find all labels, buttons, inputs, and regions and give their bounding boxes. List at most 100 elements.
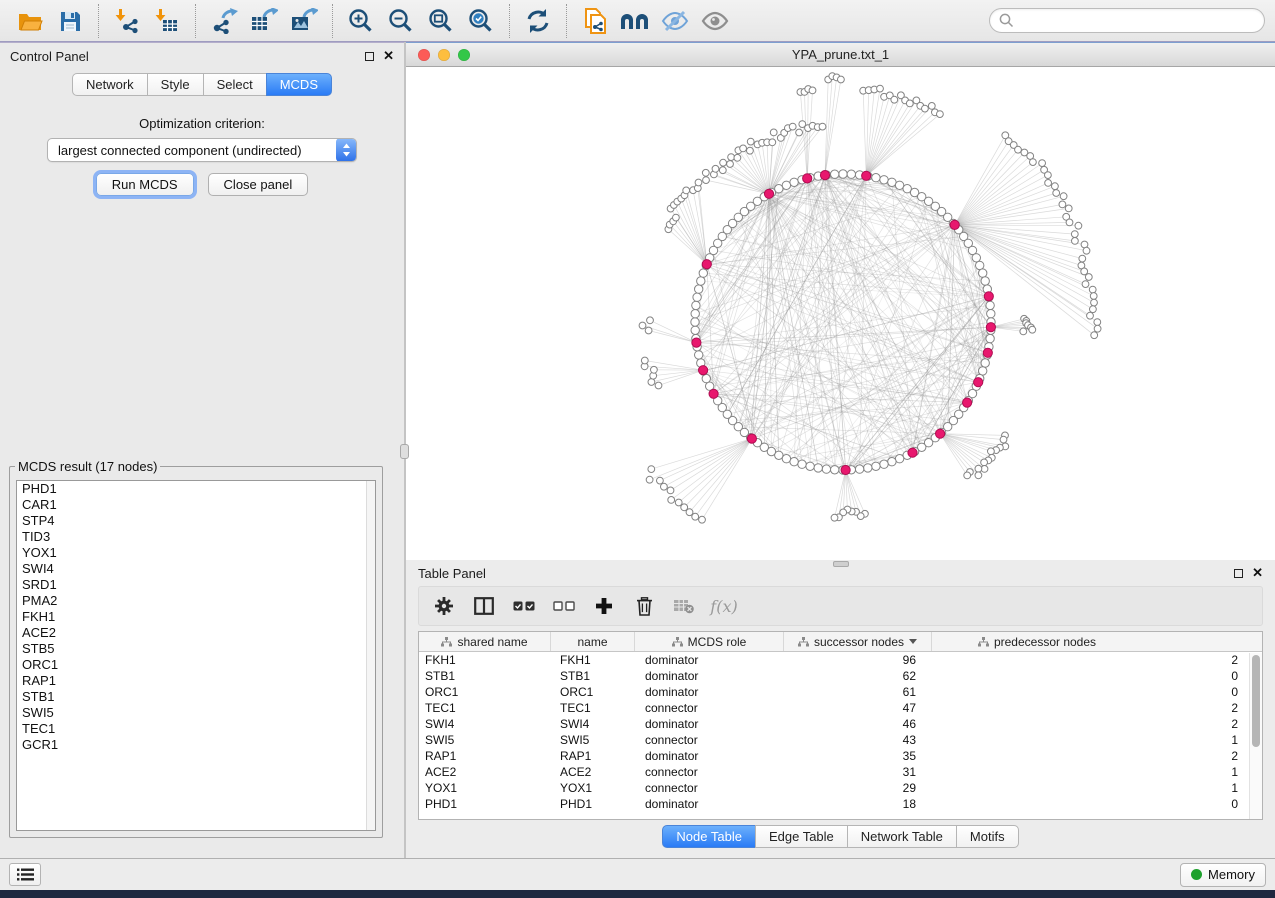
import-table-button[interactable] — [150, 4, 184, 38]
tab-network[interactable]: Network — [72, 73, 148, 96]
mcds-result-item[interactable]: GCR1 — [17, 737, 375, 753]
function-builder-button[interactable]: f(x) — [709, 591, 739, 621]
mcds-result-item[interactable]: STB5 — [17, 641, 375, 657]
table-cell[interactable]: 0 — [932, 796, 1262, 812]
export-table-button[interactable] — [247, 4, 281, 38]
copy-network-button[interactable] — [578, 4, 612, 38]
table-cell[interactable]: 1 — [932, 780, 1262, 796]
tab-style[interactable]: Style — [147, 73, 204, 96]
table-row[interactable]: FKH1FKH1dominator962 — [419, 652, 1262, 668]
horizontal-splitter-grip[interactable] — [833, 561, 849, 567]
select-all-button[interactable] — [509, 591, 539, 621]
table-cell[interactable]: YOX1 — [551, 780, 635, 796]
table-cell[interactable]: 31 — [784, 764, 932, 780]
mcds-result-item[interactable]: STP4 — [17, 513, 375, 529]
save-button[interactable] — [53, 4, 87, 38]
table-cell[interactable]: 43 — [784, 732, 932, 748]
column-header-mcds-role[interactable]: MCDS role — [635, 632, 784, 651]
tab-motifs[interactable]: Motifs — [956, 825, 1019, 848]
first-neighbors-button[interactable] — [618, 4, 652, 38]
table-row[interactable]: PHD1PHD1dominator180 — [419, 796, 1262, 812]
open-file-button[interactable] — [13, 4, 47, 38]
minimize-window-icon[interactable] — [438, 49, 450, 61]
table-cell[interactable]: connector — [635, 700, 784, 716]
table-cell[interactable]: dominator — [635, 668, 784, 684]
table-cell[interactable]: 35 — [784, 748, 932, 764]
node-table[interactable]: shared name name MCDS role successor nod… — [418, 631, 1263, 820]
close-panel-icon[interactable]: ✕ — [383, 51, 394, 61]
table-cell[interactable]: PHD1 — [419, 796, 551, 812]
zoom-fit-button[interactable] — [424, 4, 458, 38]
table-cell[interactable]: SWI4 — [551, 716, 635, 732]
show-panels-button[interactable] — [9, 863, 41, 886]
table-row[interactable]: STB1STB1dominator620 — [419, 668, 1262, 684]
float-table-panel-icon[interactable] — [1234, 569, 1243, 578]
zoom-in-button[interactable] — [344, 4, 378, 38]
table-cell[interactable]: PHD1 — [551, 796, 635, 812]
table-row[interactable]: SWI5SWI5connector431 — [419, 732, 1262, 748]
table-row[interactable]: ORC1ORC1dominator610 — [419, 684, 1262, 700]
column-header-predecessor-nodes[interactable]: predecessor nodes — [932, 632, 1262, 651]
table-cell[interactable]: 0 — [932, 684, 1262, 700]
table-cell[interactable]: connector — [635, 780, 784, 796]
table-cell[interactable]: connector — [635, 764, 784, 780]
run-mcds-button[interactable]: Run MCDS — [96, 173, 194, 196]
mcds-result-item[interactable]: SWI5 — [17, 705, 375, 721]
tab-select[interactable]: Select — [203, 73, 267, 96]
table-cell[interactable]: RAP1 — [419, 748, 551, 764]
table-cell[interactable]: ORC1 — [551, 684, 635, 700]
hide-selected-button[interactable] — [658, 4, 692, 38]
table-cell[interactable]: 1 — [932, 764, 1262, 780]
criterion-select[interactable]: largest connected component (undirected) — [47, 138, 357, 162]
table-cell[interactable]: SWI5 — [419, 732, 551, 748]
tab-mcds[interactable]: MCDS — [266, 73, 332, 96]
show-all-button[interactable] — [698, 4, 732, 38]
table-cell[interactable]: 47 — [784, 700, 932, 716]
tab-edge-table[interactable]: Edge Table — [755, 825, 848, 848]
delete-table-button[interactable] — [669, 591, 699, 621]
table-cell[interactable]: 96 — [784, 652, 932, 668]
table-cell[interactable]: 2 — [932, 652, 1262, 668]
network-view[interactable] — [406, 67, 1275, 560]
mcds-result-item[interactable]: TEC1 — [17, 721, 375, 737]
column-header-name[interactable]: name — [551, 632, 635, 651]
table-cell[interactable]: dominator — [635, 684, 784, 700]
table-cell[interactable]: YOX1 — [419, 780, 551, 796]
table-row[interactable]: SWI4SWI4dominator462 — [419, 716, 1262, 732]
table-cell[interactable]: 2 — [932, 748, 1262, 764]
table-cell[interactable]: TEC1 — [419, 700, 551, 716]
add-column-button[interactable] — [589, 591, 619, 621]
table-cell[interactable]: 2 — [932, 700, 1262, 716]
table-cell[interactable]: 46 — [784, 716, 932, 732]
table-row[interactable]: YOX1YOX1connector291 — [419, 780, 1262, 796]
splitter-grip[interactable] — [400, 444, 409, 459]
show-columns-button[interactable] — [469, 591, 499, 621]
tab-network-table[interactable]: Network Table — [847, 825, 957, 848]
mcds-result-item[interactable]: ACE2 — [17, 625, 375, 641]
mcds-result-item[interactable]: PMA2 — [17, 593, 375, 609]
table-cell[interactable]: 1 — [932, 732, 1262, 748]
table-row[interactable]: TEC1TEC1connector472 — [419, 700, 1262, 716]
zoom-out-button[interactable] — [384, 4, 418, 38]
table-cell[interactable]: STB1 — [419, 668, 551, 684]
mcds-result-item[interactable]: ORC1 — [17, 657, 375, 673]
deselect-all-button[interactable] — [549, 591, 579, 621]
export-image-button[interactable] — [287, 4, 321, 38]
table-settings-button[interactable] — [429, 591, 459, 621]
table-cell[interactable]: connector — [635, 732, 784, 748]
network-window-titlebar[interactable]: YPA_prune.txt_1 — [406, 43, 1275, 67]
mcds-result-item[interactable]: SRD1 — [17, 577, 375, 593]
table-cell[interactable]: dominator — [635, 748, 784, 764]
table-vertical-scrollbar[interactable] — [1249, 653, 1262, 819]
memory-button[interactable]: Memory — [1180, 863, 1266, 887]
table-row[interactable]: RAP1RAP1dominator352 — [419, 748, 1262, 764]
close-panel-button[interactable]: Close panel — [208, 173, 309, 196]
delete-column-button[interactable] — [629, 591, 659, 621]
export-network-button[interactable] — [207, 4, 241, 38]
maximize-window-icon[interactable] — [458, 49, 470, 61]
table-cell[interactable]: 29 — [784, 780, 932, 796]
table-cell[interactable]: dominator — [635, 796, 784, 812]
table-cell[interactable]: 0 — [932, 668, 1262, 684]
mcds-result-item[interactable]: FKH1 — [17, 609, 375, 625]
table-cell[interactable]: 18 — [784, 796, 932, 812]
